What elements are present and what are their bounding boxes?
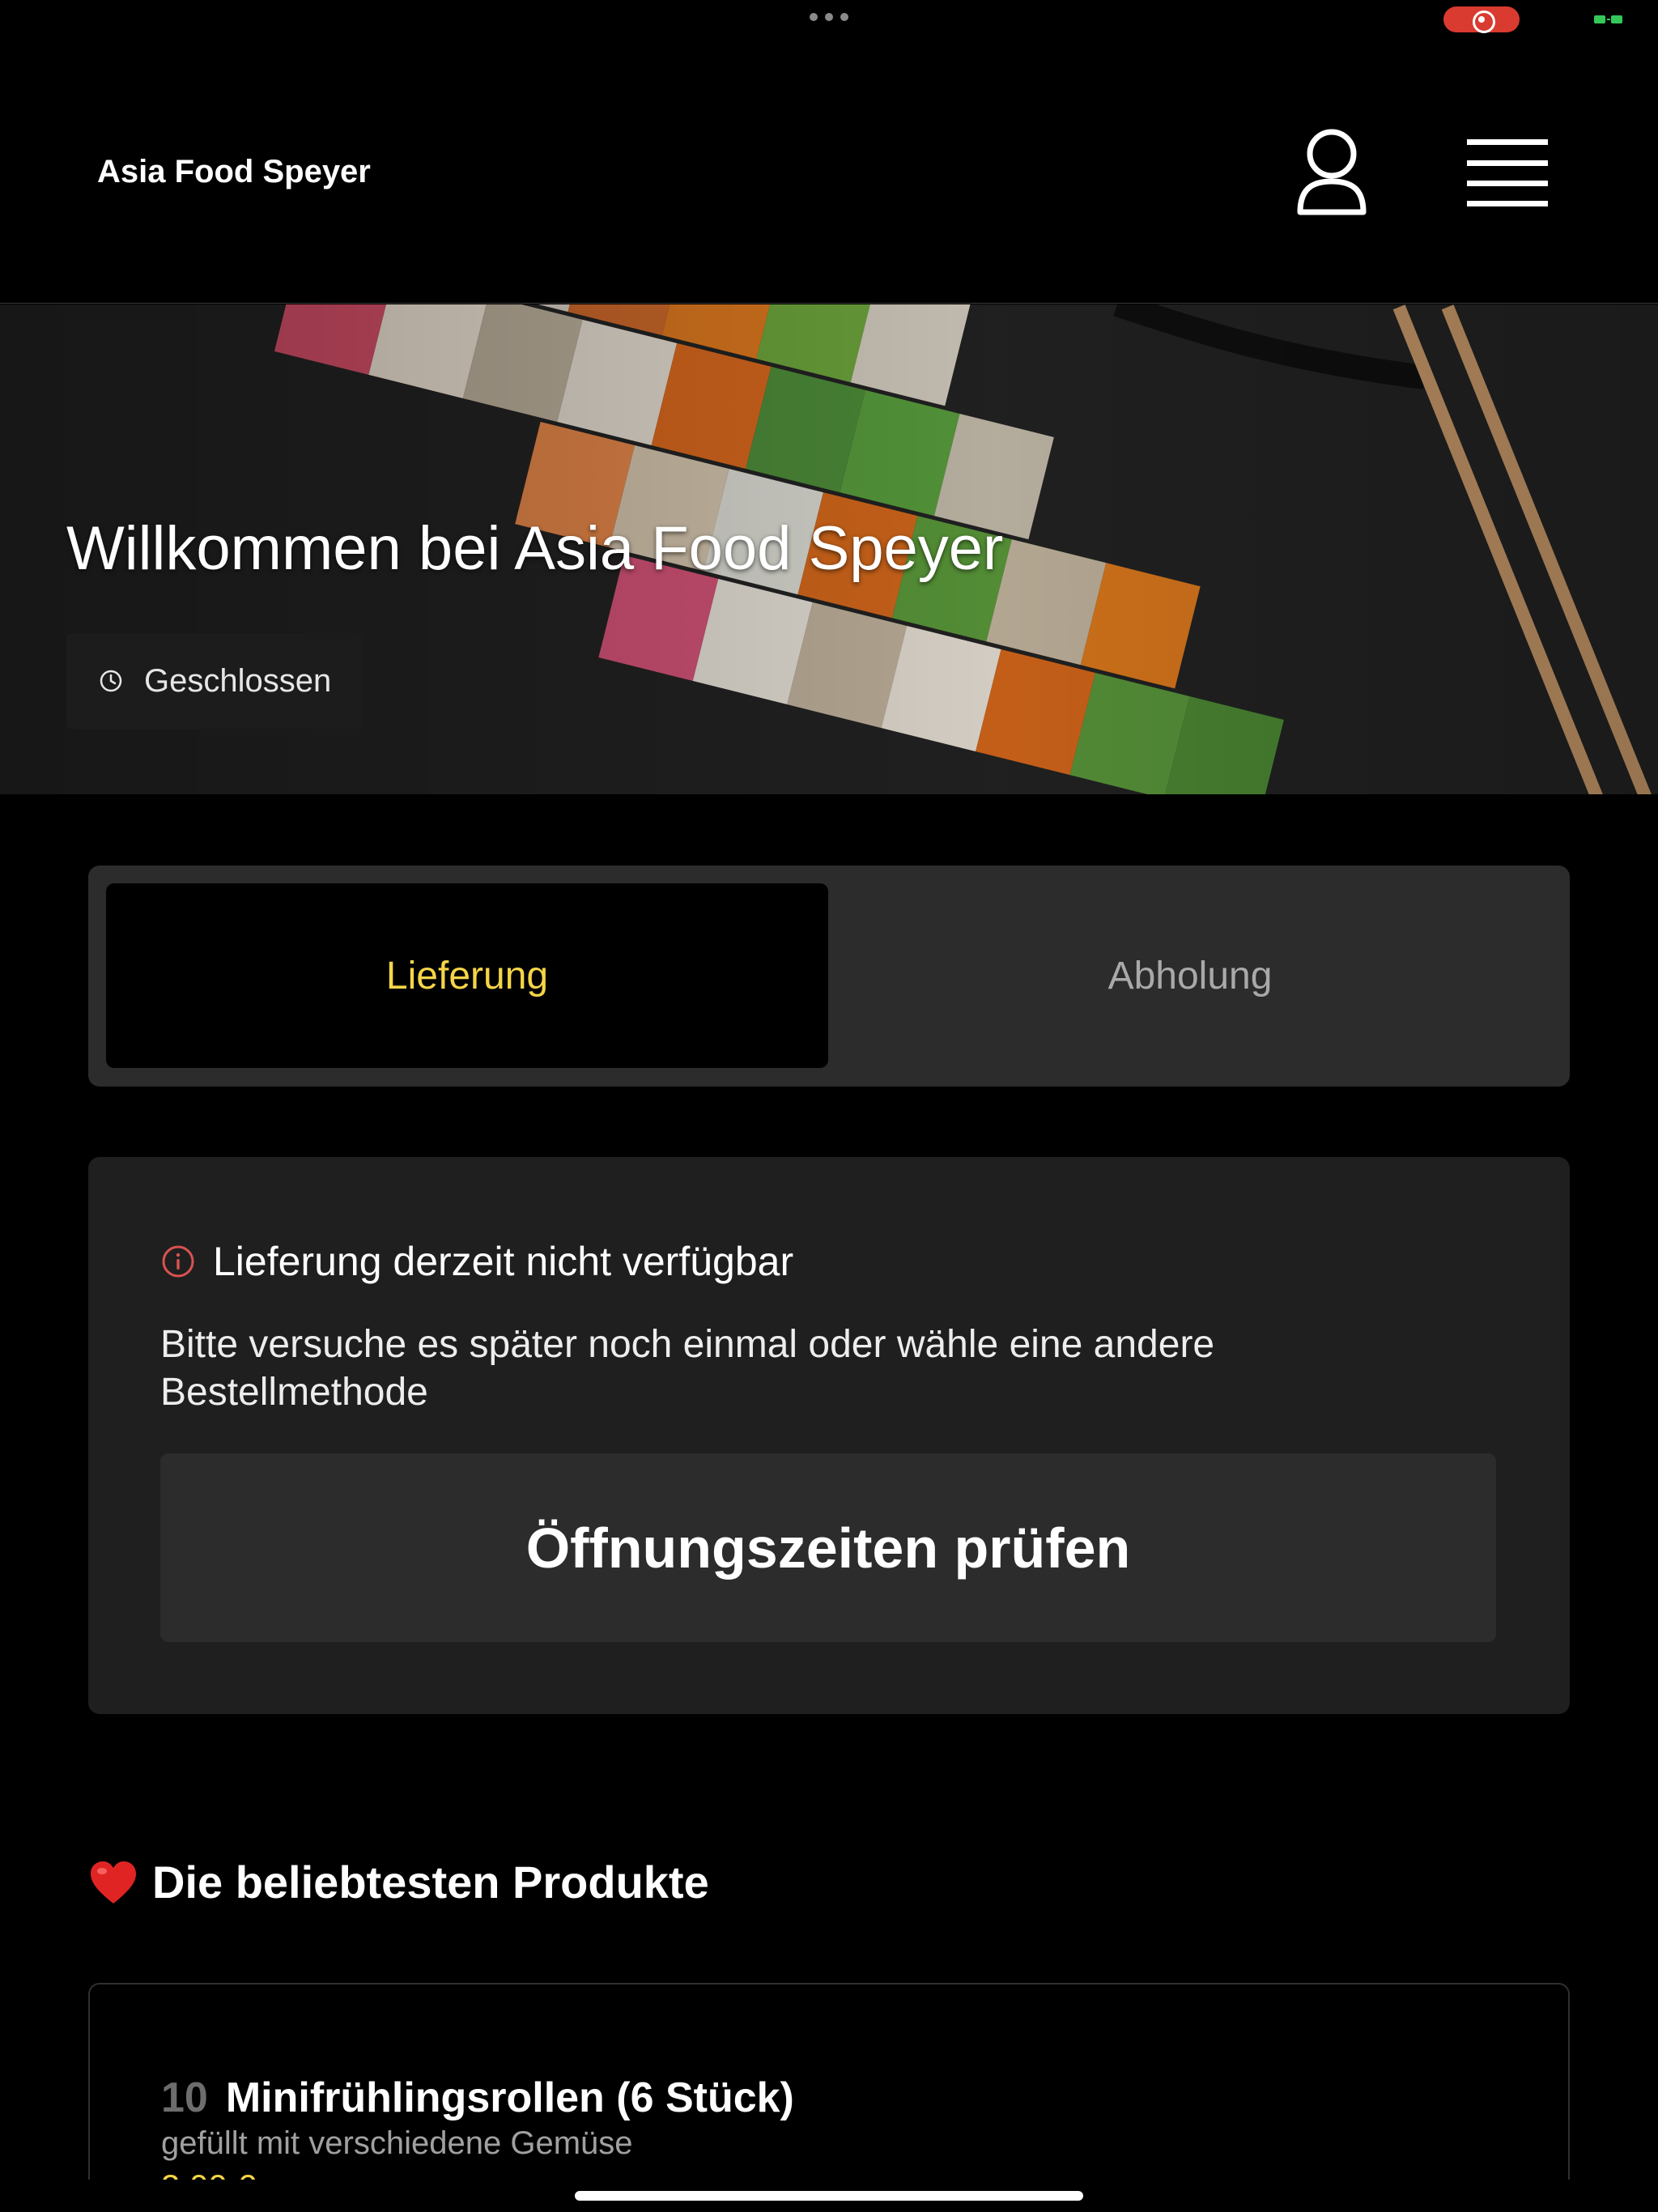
product-card[interactable]: 10 Minifrühlingsrollen (6 Stück) gefüllt… [88, 1983, 1570, 2212]
menu-icon[interactable] [1467, 136, 1548, 207]
notice-text: Bitte versuche es später noch einmal ode… [160, 1323, 1215, 1414]
tab-delivery[interactable]: Lieferung [106, 883, 828, 1068]
product-number: 10 [161, 2074, 208, 2121]
delivery-unavailable-card: Lieferung derzeit nicht verfügbar Bitte … [88, 1157, 1570, 1714]
multitasking-dots[interactable] [810, 13, 848, 21]
battery-icon [1594, 15, 1622, 23]
user-icon[interactable] [1295, 128, 1368, 217]
app-header: Asia Food Speyer [0, 40, 1658, 304]
brand-name[interactable]: Asia Food Speyer [97, 154, 371, 190]
order-method-tabs: Lieferung Abholung [88, 866, 1570, 1087]
tab-pickup[interactable]: Abholung [829, 883, 1551, 1068]
info-icon [162, 1245, 194, 1278]
hero-banner: Willkommen bei Asia Food Speyer Geschlos… [0, 304, 1658, 794]
popular-products-heading: Die beliebtesten Produkte [89, 1856, 709, 1908]
product-heading: 10 Minifrühlingsrollen (6 Stück) [161, 2074, 794, 2122]
opening-status-badge: Geschlossen [66, 633, 362, 729]
section-title: Die beliebtesten Produkte [152, 1857, 709, 1908]
clock-icon [100, 670, 122, 692]
notice-heading: Lieferung derzeit nicht verfügbar [161, 1238, 793, 1285]
status-label: Geschlossen [144, 662, 332, 699]
status-bar [0, 0, 1658, 40]
product-name: Minifrühlingsrollen (6 Stück) [225, 2074, 794, 2121]
heart-icon [91, 1861, 136, 1904]
check-opening-hours-button[interactable]: Öffnungszeiten prüfen [160, 1453, 1496, 1642]
screen-recording-indicator [1443, 6, 1520, 33]
hero-title: Willkommen bei Asia Food Speyer [66, 514, 1004, 583]
notice-title: Lieferung derzeit nicht verfügbar [213, 1239, 794, 1284]
product-description: gefüllt mit verschiedene Gemüse [161, 2125, 633, 2161]
home-indicator[interactable] [575, 2191, 1083, 2201]
